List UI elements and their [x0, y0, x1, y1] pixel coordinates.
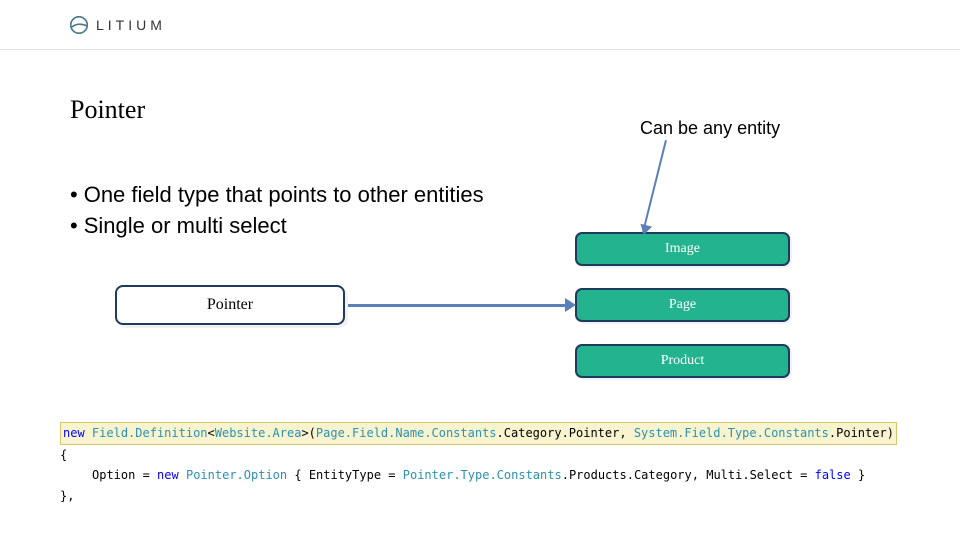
bullet-text: One field type that points to other enti…: [84, 180, 484, 211]
brand-logo: LITIUM: [70, 16, 166, 34]
arrow-pointer-to-page: [348, 304, 570, 307]
entity-box-image: Image: [575, 232, 790, 266]
arrow-annotation-to-image: [642, 140, 667, 233]
bullet-list: •One field type that points to other ent…: [70, 180, 484, 242]
litium-logo-icon: [70, 16, 88, 34]
code-snippet: new Field.Definition<Website.Area>(Page.…: [0, 418, 960, 510]
code-highlight: new Field.Definition<Website.Area>(Page.…: [60, 422, 897, 444]
header: LITIUM: [0, 0, 960, 50]
page-title: Pointer: [70, 95, 145, 125]
entity-box-page: Page: [575, 288, 790, 322]
entity-box-product: Product: [575, 344, 790, 378]
bullet-item: •Single or multi select: [70, 211, 484, 242]
arrow-head-icon: [565, 298, 576, 312]
annotation-label: Can be any entity: [640, 118, 780, 139]
pointer-box: Pointer: [115, 285, 345, 325]
brand-name: LITIUM: [96, 17, 166, 33]
bullet-marker: •: [70, 180, 78, 211]
bullet-marker: •: [70, 211, 78, 242]
bullet-text: Single or multi select: [84, 211, 287, 242]
bullet-item: •One field type that points to other ent…: [70, 180, 484, 211]
